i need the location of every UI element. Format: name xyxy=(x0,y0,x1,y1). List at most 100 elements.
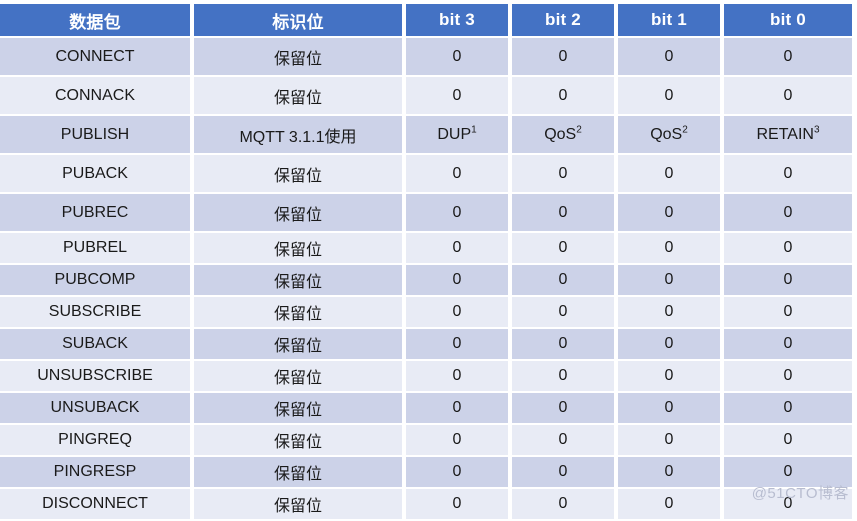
cell-bit0: 0 xyxy=(722,361,852,393)
cell-flags: 保留位 xyxy=(192,425,404,457)
cell-bit1-footnote-marker: 2 xyxy=(682,124,688,136)
cell-flags: 保留位 xyxy=(192,233,404,265)
cell-bit2: 0 xyxy=(510,489,616,521)
cell-packet: SUBSCRIBE xyxy=(0,297,192,329)
cell-bit2-footnote-marker: 2 xyxy=(576,124,582,136)
cell-bit0: RETAIN3 xyxy=(722,116,852,155)
table-row: DISCONNECT 保留位 0 0 0 0 xyxy=(0,489,852,521)
cell-bit2: QoS2 xyxy=(510,116,616,155)
cell-bit2: 0 xyxy=(510,425,616,457)
cell-bit1: 0 xyxy=(616,329,722,361)
cell-bit3: 0 xyxy=(404,265,510,297)
cell-bit0: 0 xyxy=(722,297,852,329)
table-row: UNSUBACK 保留位 0 0 0 0 xyxy=(0,393,852,425)
cell-bit0-footnote-marker: 3 xyxy=(813,124,820,136)
cell-bit2: 0 xyxy=(510,361,616,393)
cell-bit2: 0 xyxy=(510,38,616,77)
column-header-bit1: bit 1 xyxy=(616,0,722,38)
cell-bit0: 0 xyxy=(722,194,852,233)
cell-flags: 保留位 xyxy=(192,38,404,77)
table-row: SUBSCRIBE 保留位 0 0 0 0 xyxy=(0,297,852,329)
table-body: CONNECT 保留位 0 0 0 0 CONNACK 保留位 0 0 0 0 PUBLISH MQTT … xyxy=(0,38,852,521)
cell-bit3: 0 xyxy=(404,77,510,116)
cell-flags: 保留位 xyxy=(192,77,404,116)
cell-packet: PUBREL xyxy=(0,233,192,265)
column-header-bit2: bit 2 xyxy=(510,0,616,38)
table-row: CONNACK 保留位 0 0 0 0 xyxy=(0,77,852,116)
cell-bit3: 0 xyxy=(404,361,510,393)
cell-bit1-text: QoS xyxy=(650,125,683,143)
cell-flags: 保留位 xyxy=(192,457,404,489)
cell-bit1: 0 xyxy=(616,77,722,116)
cell-bit1: 0 xyxy=(616,265,722,297)
cell-bit1: 0 xyxy=(616,297,722,329)
cell-packet: PUBACK xyxy=(0,155,192,194)
table-row: UNSUBSCRIBE 保留位 0 0 0 0 xyxy=(0,361,852,393)
cell-packet: PINGREQ xyxy=(0,425,192,457)
cell-packet: UNSUBACK xyxy=(0,393,192,425)
cell-bit2: 0 xyxy=(510,329,616,361)
table-header: 数据包 标识位 bit 3 bit 2 bit 1 bit 0 xyxy=(0,0,852,38)
cell-bit2: 0 xyxy=(510,233,616,265)
cell-bit0: 0 xyxy=(722,457,852,489)
cell-flags: 保留位 xyxy=(192,265,404,297)
cell-bit0: 0 xyxy=(722,425,852,457)
cell-bit3-footnote-marker: 1 xyxy=(471,124,477,136)
cell-flags: 保留位 xyxy=(192,393,404,425)
cell-bit3: 0 xyxy=(404,155,510,194)
cell-packet: SUBACK xyxy=(0,329,192,361)
cell-bit3: 0 xyxy=(404,393,510,425)
cell-bit0: 0 xyxy=(722,77,852,116)
cell-bit3: 0 xyxy=(404,457,510,489)
cell-bit0: 0 xyxy=(722,393,852,425)
column-header-flags: 标识位 xyxy=(192,0,404,38)
cell-flags: 保留位 xyxy=(192,361,404,393)
cell-bit1: QoS2 xyxy=(616,116,722,155)
column-header-packet: 数据包 xyxy=(0,0,192,38)
table-row: PUBLISH MQTT 3.1.1使用 DUP1 QoS2 QoS2 RETAIN3 xyxy=(0,116,852,155)
cell-bit0: 0 xyxy=(722,38,852,77)
cell-bit3: 0 xyxy=(404,489,510,521)
cell-flags: 保留位 xyxy=(192,297,404,329)
table-row: SUBACK 保留位 0 0 0 0 xyxy=(0,329,852,361)
cell-bit2: 0 xyxy=(510,393,616,425)
mqtt-flags-table-container: 数据包 标识位 bit 3 bit 2 bit 1 bit 0 CONNECT 保… xyxy=(0,0,857,521)
cell-bit2-text: QoS xyxy=(544,125,577,143)
cell-flags: 保留位 xyxy=(192,329,404,361)
cell-flags: 保留位 xyxy=(192,155,404,194)
cell-packet: PUBCOMP xyxy=(0,265,192,297)
cell-bit0: 0 xyxy=(722,155,852,194)
cell-bit0: 0 xyxy=(722,233,852,265)
cell-packet: PUBLISH xyxy=(0,116,192,155)
cell-packet: PUBREC xyxy=(0,194,192,233)
cell-packet: UNSUBSCRIBE xyxy=(0,361,192,393)
cell-bit1: 0 xyxy=(616,155,722,194)
cell-bit1: 0 xyxy=(616,457,722,489)
table-row: CONNECT 保留位 0 0 0 0 xyxy=(0,38,852,77)
table-row: PINGREQ 保留位 0 0 0 0 xyxy=(0,425,852,457)
cell-flags: 保留位 xyxy=(192,489,404,521)
cell-flags: 保留位 xyxy=(192,194,404,233)
cell-packet: PINGRESP xyxy=(0,457,192,489)
cell-bit2: 0 xyxy=(510,265,616,297)
cell-bit2: 0 xyxy=(510,297,616,329)
cell-bit1: 0 xyxy=(616,233,722,265)
cell-bit0: 0 xyxy=(722,265,852,297)
table-row: PUBACK 保留位 0 0 0 0 xyxy=(0,155,852,194)
table-row: PUBREC 保留位 0 0 0 0 xyxy=(0,194,852,233)
cell-bit2: 0 xyxy=(510,155,616,194)
cell-flags: MQTT 3.1.1使用 xyxy=(192,116,404,155)
cell-packet: CONNACK xyxy=(0,77,192,116)
table-row: PINGRESP 保留位 0 0 0 0 xyxy=(0,457,852,489)
cell-bit0: 0 xyxy=(722,489,852,521)
mqtt-control-packet-flags-table: 数据包 标识位 bit 3 bit 2 bit 1 bit 0 CONNECT 保… xyxy=(0,0,852,521)
cell-bit0: 0 xyxy=(722,329,852,361)
cell-bit0-text: RETAIN xyxy=(756,125,814,143)
cell-bit3-text: DUP xyxy=(437,125,472,143)
cell-packet: DISCONNECT xyxy=(0,489,192,521)
cell-bit1: 0 xyxy=(616,393,722,425)
table-header-row: 数据包 标识位 bit 3 bit 2 bit 1 bit 0 xyxy=(0,0,852,38)
cell-bit2: 0 xyxy=(510,194,616,233)
cell-bit3: 0 xyxy=(404,329,510,361)
cell-packet: CONNECT xyxy=(0,38,192,77)
